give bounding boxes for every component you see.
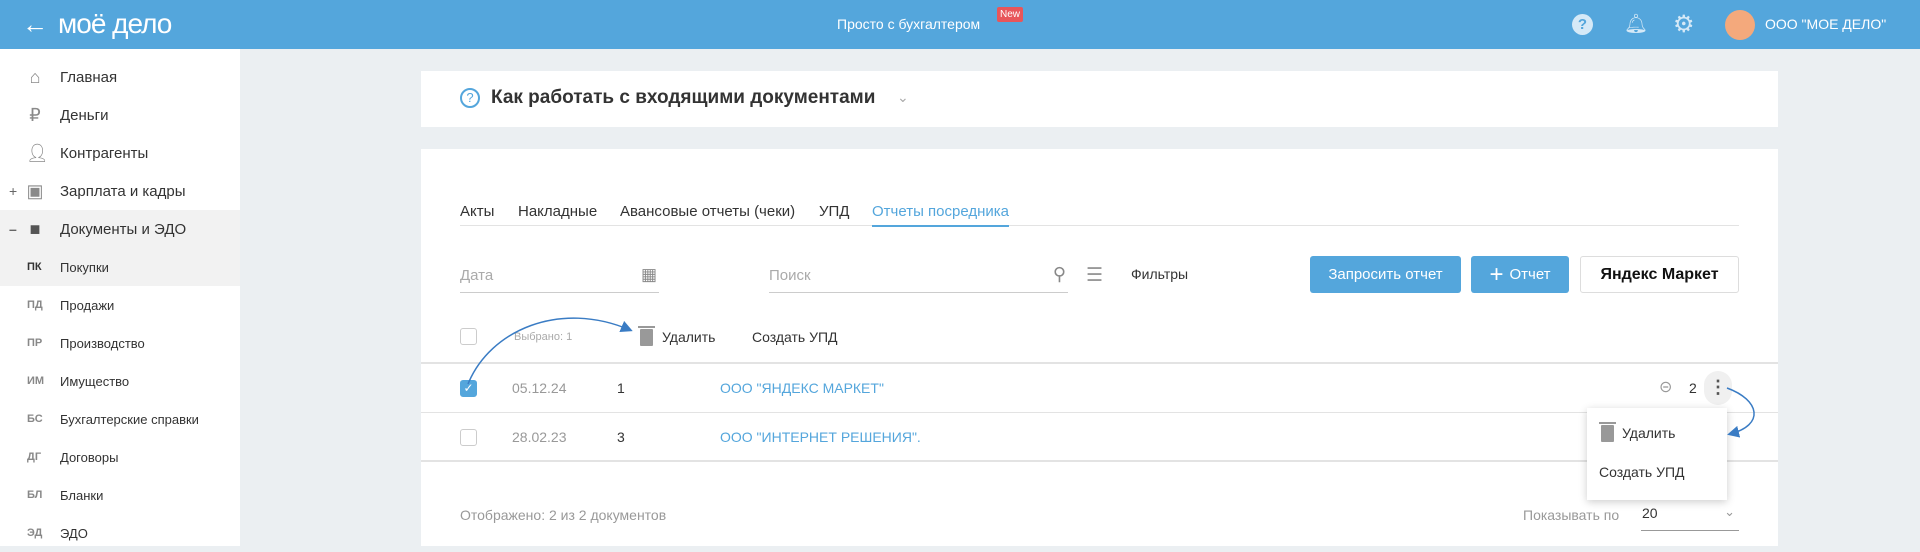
arrow-annotation (1726, 387, 1755, 438)
arrow-annotation (467, 317, 633, 385)
annotation-arrows (467, 317, 1755, 438)
